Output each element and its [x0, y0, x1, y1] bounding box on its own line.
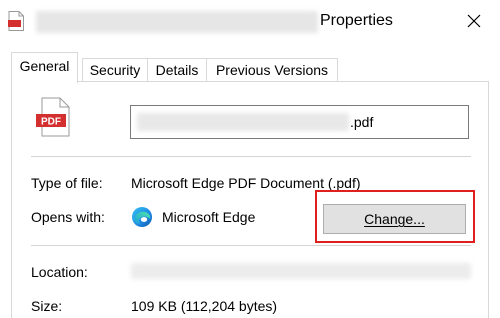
divider	[31, 156, 471, 157]
size-value: 109 KB (112,204 bytes)	[131, 298, 278, 314]
close-icon	[467, 14, 481, 28]
filename-extension: .pdf	[350, 114, 374, 130]
pdf-document-icon: PDF	[36, 97, 70, 137]
tab-general[interactable]: General	[11, 52, 78, 83]
tab-security[interactable]: Security	[82, 58, 148, 82]
size-label: Size:	[31, 298, 63, 314]
title-bar: Properties	[0, 0, 500, 42]
pdf-badge-text: PDF	[41, 117, 61, 128]
location-value-redacted	[131, 263, 471, 279]
close-button[interactable]	[452, 4, 496, 38]
microsoft-edge-icon	[132, 207, 152, 227]
filename-input[interactable]: .pdf	[130, 105, 469, 139]
opens-with-label: Opens with:	[31, 209, 105, 225]
pdf-file-icon	[8, 11, 24, 31]
window-title-filename-redacted	[36, 11, 318, 33]
change-button[interactable]: Change...	[323, 204, 466, 234]
tab-previous-versions[interactable]: Previous Versions	[206, 58, 338, 82]
location-label: Location:	[31, 264, 88, 280]
change-button-label: Change...	[364, 211, 425, 227]
filename-redacted	[137, 113, 349, 131]
divider	[31, 245, 471, 246]
window-title: Properties	[320, 12, 393, 29]
type-of-file-label: Type of file:	[31, 175, 103, 191]
tab-details[interactable]: Details	[147, 58, 207, 82]
opens-with-app: Microsoft Edge	[162, 209, 256, 225]
